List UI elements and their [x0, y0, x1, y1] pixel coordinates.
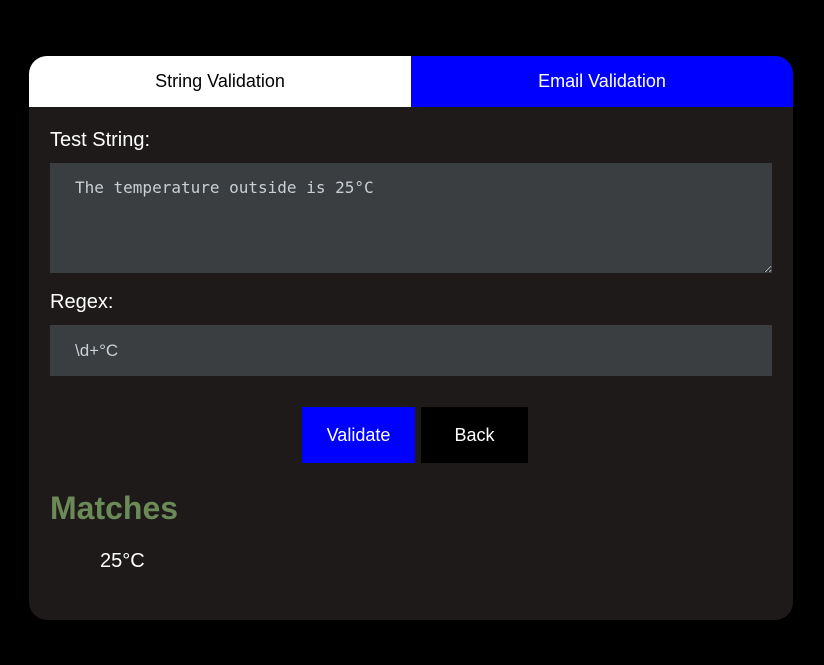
- regex-input[interactable]: [50, 325, 772, 376]
- button-row: Validate Back: [50, 407, 772, 463]
- regex-label: Regex:: [50, 291, 114, 313]
- matches-title: Matches: [50, 490, 179, 526]
- tab-email-validation[interactable]: Email Validation: [411, 56, 793, 107]
- test-string-label: Test String:: [50, 129, 151, 151]
- validator-card: String Validation Email Validation Test …: [29, 56, 793, 620]
- tab-string-validation[interactable]: String Validation: [29, 56, 411, 107]
- back-button[interactable]: Back: [421, 407, 528, 463]
- match-item: 25°C: [100, 550, 145, 572]
- form-content: Test String: The temperature outside is …: [29, 107, 793, 576]
- matches-list: 25°C: [50, 546, 772, 576]
- test-string-input[interactable]: The temperature outside is 25°C: [50, 163, 772, 273]
- validate-button[interactable]: Validate: [302, 407, 415, 463]
- tab-bar: String Validation Email Validation: [29, 56, 793, 107]
